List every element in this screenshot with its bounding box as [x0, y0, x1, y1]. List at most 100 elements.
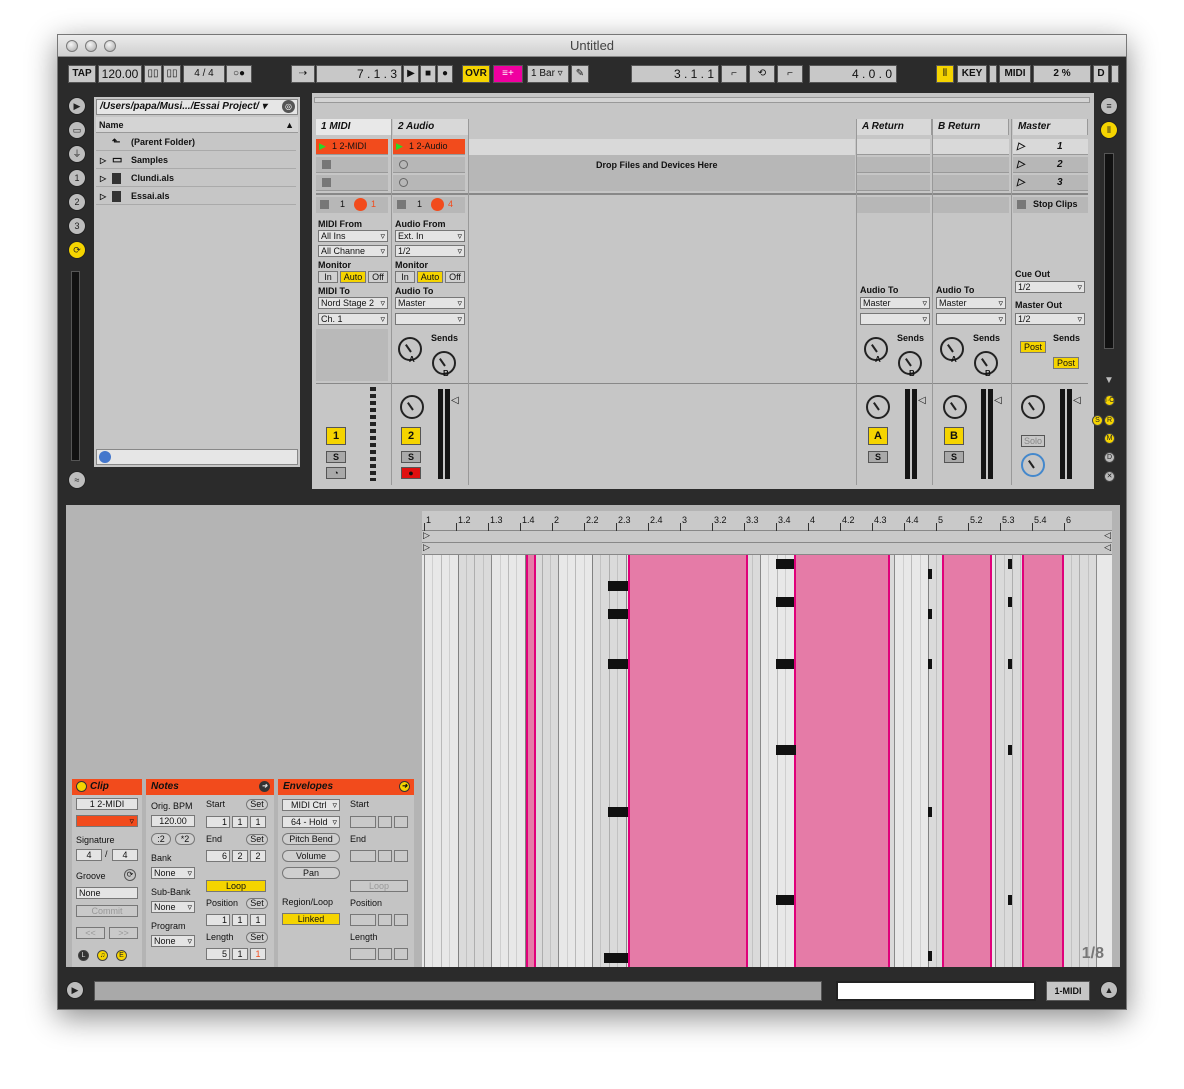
beat-time-ruler[interactable]: 1 1.2 1.3 1.4 2 2.2 2.3 2.4 3 3.2 3.3 3.4 4 4.2 4.3 4.4…: [422, 511, 1112, 531]
solo-button-a[interactable]: S: [868, 451, 888, 463]
midi-note[interactable]: [1008, 895, 1012, 905]
delay-toggle-icon[interactable]: D: [1104, 452, 1115, 463]
scene-launch-icon[interactable]: ▷: [1017, 139, 1025, 154]
track-header-1-midi[interactable]: 1 MIDI: [316, 119, 392, 135]
loop-length-field[interactable]: 4 . 0 . 0: [809, 65, 897, 83]
return-b-slot[interactable]: [933, 175, 1009, 191]
master-fader-handle[interactable]: ◁: [1073, 395, 1081, 406]
env-end-bar-field[interactable]: [350, 850, 376, 862]
return-b-slot[interactable]: [933, 157, 1009, 173]
midi-note[interactable]: [608, 581, 628, 591]
scene-2[interactable]: ▷ 2: [1013, 157, 1088, 173]
stop-button-icon[interactable]: [322, 160, 331, 169]
return-a-slot[interactable]: [857, 139, 930, 155]
track-overview[interactable]: [836, 981, 1036, 1001]
env-end-sixteenth-field[interactable]: [394, 850, 408, 862]
end-bar-field[interactable]: 6: [206, 850, 230, 862]
length-bar-field[interactable]: 5: [206, 948, 230, 960]
midi-note[interactable]: [928, 659, 932, 669]
midi-note[interactable]: [1008, 559, 1012, 569]
signature-denominator-field[interactable]: 4: [112, 849, 138, 861]
track-activator-2[interactable]: 2: [401, 427, 421, 445]
audio-to-channel-dropdown[interactable]: [395, 313, 465, 325]
env-start-bar-field[interactable]: [350, 816, 376, 828]
position-bar-field[interactable]: 1: [206, 914, 230, 926]
browser-scrollbar[interactable]: [71, 271, 80, 461]
audio-to-dropdown[interactable]: Master: [395, 297, 465, 309]
midi-note[interactable]: [928, 951, 932, 961]
return-a-extra-dropdown[interactable]: [860, 313, 930, 325]
midi-note[interactable]: [776, 559, 794, 569]
plugin-devices-icon[interactable]: ⏚: [68, 145, 86, 163]
scene-launch-icon[interactable]: ▷: [1017, 175, 1025, 190]
start-sixteenth-field[interactable]: 1: [250, 816, 266, 828]
arrangement-view-toggle-icon[interactable]: ⦀: [1100, 121, 1118, 139]
track-header-2-audio[interactable]: 2 Audio: [393, 119, 469, 135]
launch-box-toggle-icon[interactable]: L: [78, 950, 89, 961]
computer-midi-keyboard-icon[interactable]: ⦀: [936, 65, 954, 83]
mixer-toggle-icon[interactable]: M: [1104, 433, 1115, 444]
position-beat-field[interactable]: 1: [232, 914, 248, 926]
sub-bank-dropdown[interactable]: None: [151, 901, 195, 913]
clip-activator-icon[interactable]: [76, 781, 87, 792]
cue-volume-knob[interactable]: [1021, 453, 1045, 477]
places-2-icon[interactable]: 2: [68, 193, 86, 211]
punch-out-button[interactable]: ⌐: [777, 65, 803, 83]
browser-options-icon[interactable]: ◎: [282, 100, 295, 113]
scene-launch-icon[interactable]: ▷: [1017, 157, 1025, 172]
loop-region[interactable]: [526, 555, 536, 967]
browser-column-header[interactable]: Name ▲: [96, 117, 298, 133]
return-b-extra-dropdown[interactable]: [936, 313, 1006, 325]
env-position-sixteenth-field[interactable]: [394, 914, 408, 926]
end-marker-icon[interactable]: ◁: [1104, 542, 1111, 553]
midi-note[interactable]: [608, 659, 628, 669]
audio-channel-dropdown[interactable]: 1/2: [395, 245, 465, 257]
midi-note[interactable]: [928, 609, 932, 619]
tempo-field[interactable]: 120.00: [98, 65, 142, 83]
notes-box-toggle-icon[interactable]: ♫: [97, 950, 108, 961]
env-start-beat-field[interactable]: [378, 816, 392, 828]
scene-3[interactable]: ▷ 3: [1013, 175, 1088, 191]
env-length-bar-field[interactable]: [350, 948, 376, 960]
midi-note[interactable]: [776, 895, 794, 905]
list-item[interactable]: ▷ ▭ Samples: [96, 152, 296, 169]
list-item[interactable]: ⬑ (Parent Folder): [96, 134, 296, 151]
env-position-beat-field[interactable]: [378, 914, 392, 926]
zoom-window-button[interactable]: [104, 40, 116, 52]
quantize-dropdown[interactable]: 1 Bar ▿: [527, 65, 569, 83]
clip-color-dropdown[interactable]: ▿: [76, 815, 138, 827]
midi-note[interactable]: [928, 807, 932, 817]
env-loop-button[interactable]: Loop: [350, 880, 408, 892]
midi-to-dropdown[interactable]: Nord Stage 2: [318, 297, 388, 309]
midi-note[interactable]: [1008, 745, 1012, 755]
midi-map-button[interactable]: MIDI: [999, 65, 1031, 83]
nudge-down-button[interactable]: ▯▯: [144, 65, 162, 83]
start-bar-field[interactable]: 1: [206, 816, 230, 828]
return-a-slot[interactable]: [857, 157, 930, 173]
end-set-button[interactable]: Set: [246, 834, 268, 845]
commit-button[interactable]: Commit: [76, 905, 138, 917]
loop-button[interactable]: Loop: [206, 880, 266, 892]
nudge-up-button[interactable]: ▯▯: [163, 65, 181, 83]
env-length-sixteenth-field[interactable]: [394, 948, 408, 960]
clip-launch-icon[interactable]: ▶: [319, 139, 326, 154]
arm-dial-icon[interactable]: [354, 198, 367, 211]
loop-end-marker-icon[interactable]: ◁: [1104, 530, 1111, 541]
volume-button[interactable]: Volume: [282, 850, 340, 862]
monitor-off-button[interactable]: Off: [368, 271, 388, 283]
midi-note[interactable]: [776, 745, 796, 755]
track-header-a-return[interactable]: A Return: [857, 119, 932, 135]
midi-note[interactable]: [1008, 597, 1012, 607]
midi-note[interactable]: [608, 609, 628, 619]
loop-region[interactable]: [1022, 555, 1064, 967]
loop-start-marker-icon[interactable]: ▷: [423, 530, 430, 541]
program-dropdown[interactable]: None: [151, 935, 195, 947]
midi-note[interactable]: [776, 597, 794, 607]
loop-switch-button[interactable]: ⟲: [749, 65, 775, 83]
play-button[interactable]: ▶: [403, 65, 419, 83]
pan-button[interactable]: Pan: [282, 867, 340, 879]
places-3-icon[interactable]: 3: [68, 217, 86, 235]
master-post-button-2[interactable]: Post: [1053, 357, 1079, 369]
notes-arrow-icon[interactable]: ➜: [259, 781, 270, 792]
monitor-in-button[interactable]: In: [395, 271, 415, 283]
